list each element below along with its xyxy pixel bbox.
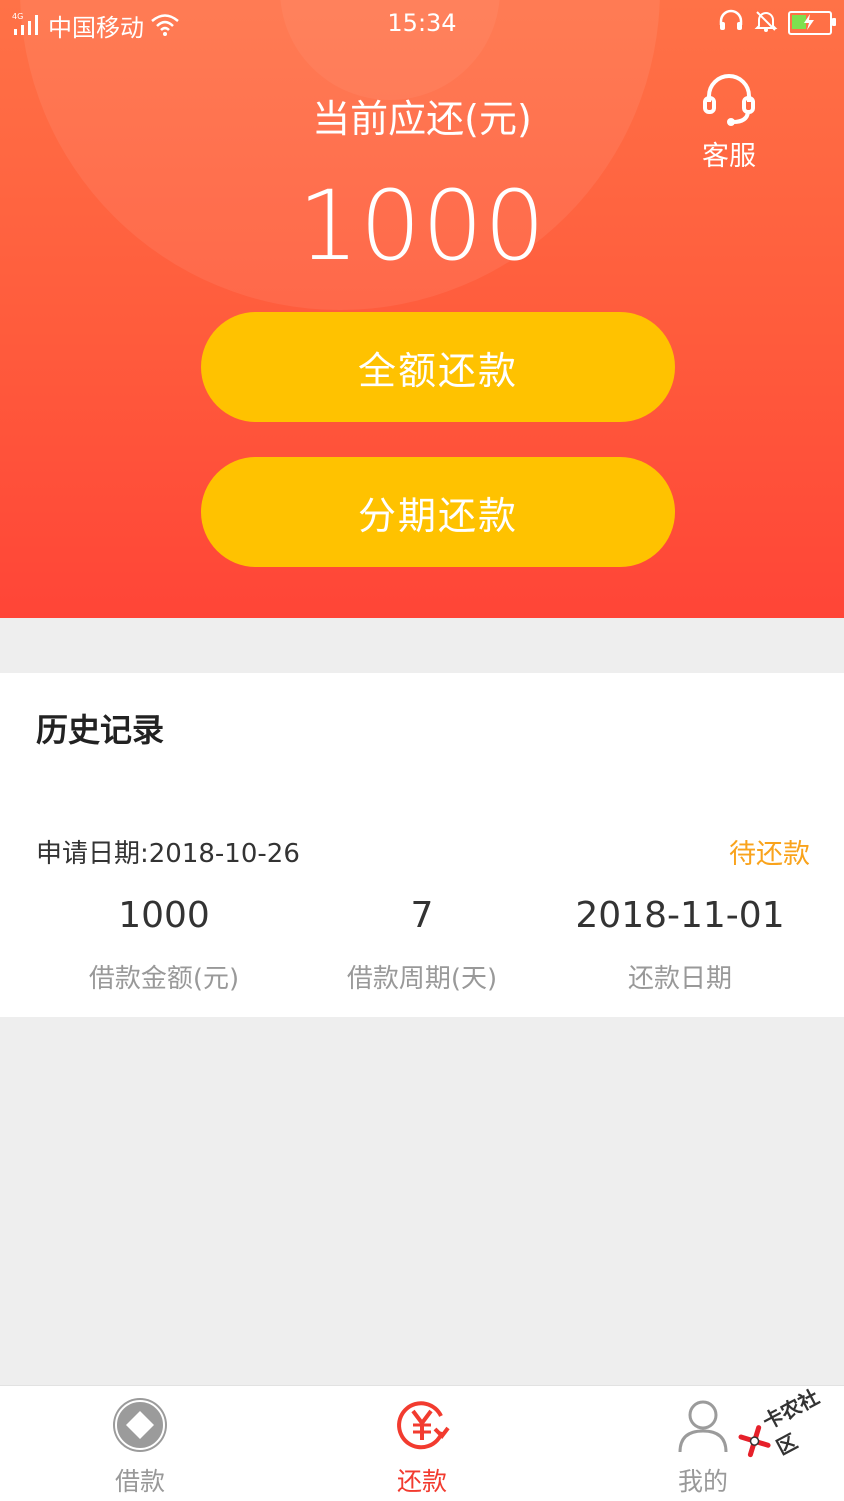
stat-loan-period: 7 借款周期(天) [328, 895, 516, 995]
diamond-coin-icon [111, 1398, 169, 1458]
installment-repay-button[interactable]: 分期还款 [201, 457, 675, 567]
battery-icon [788, 11, 836, 35]
tab-mine-label: 我的 [677, 1467, 728, 1496]
repayment-header: 4G 中国移动 15:34 当前应还(元) 1000 客服 全额还款 分期还款 [0, 0, 844, 618]
mute-bell-icon [754, 9, 778, 37]
loan-amount-label: 借款金额(元) [88, 964, 240, 994]
status-bar: 4G 中国移动 15:34 [0, 0, 844, 46]
headphone-icon [718, 9, 744, 37]
current-due-amount: 1000 [297, 170, 547, 282]
status-badge: 待还款 [729, 839, 810, 870]
tab-repay[interactable]: 还款 [352, 1396, 492, 1498]
tab-loan-label: 借款 [114, 1467, 165, 1496]
yuan-return-icon [393, 1401, 451, 1458]
customer-service-label: 客服 [702, 141, 756, 172]
full-repay-button[interactable]: 全额还款 [201, 312, 675, 422]
tab-loan[interactable]: 借款 [70, 1396, 210, 1498]
customer-service-button[interactable]: 客服 [690, 70, 768, 173]
headset-icon [699, 74, 759, 132]
history-title: 历史记录 [36, 711, 165, 749]
stat-loan-amount: 1000 借款金额(元) [0, 895, 328, 995]
repay-date-label: 还款日期 [627, 964, 732, 994]
apply-date: 申请日期:2018-10-26 [36, 839, 300, 869]
user-icon [674, 1400, 732, 1458]
stat-repay-date: 2018-11-01 还款日期 [516, 895, 844, 995]
loan-period-value: 7 [410, 895, 434, 936]
record-stats: 1000 借款金额(元) 7 借款周期(天) 2018-11-01 还款日期 [0, 895, 844, 995]
loan-period-label: 借款周期(天) [346, 964, 498, 994]
history-section: 历史记录 申请日期:2018-10-26 待还款 1000 借款金额(元) 7 … [0, 673, 844, 1017]
loan-amount-value: 1000 [118, 895, 210, 936]
repay-date-value: 2018-11-01 [575, 895, 785, 936]
bottom-tab-bar: 借款 还款 我的 [0, 1385, 844, 1501]
charging-bolt-icon [804, 14, 814, 30]
tab-repay-label: 还款 [396, 1467, 447, 1496]
status-right [718, 9, 836, 37]
